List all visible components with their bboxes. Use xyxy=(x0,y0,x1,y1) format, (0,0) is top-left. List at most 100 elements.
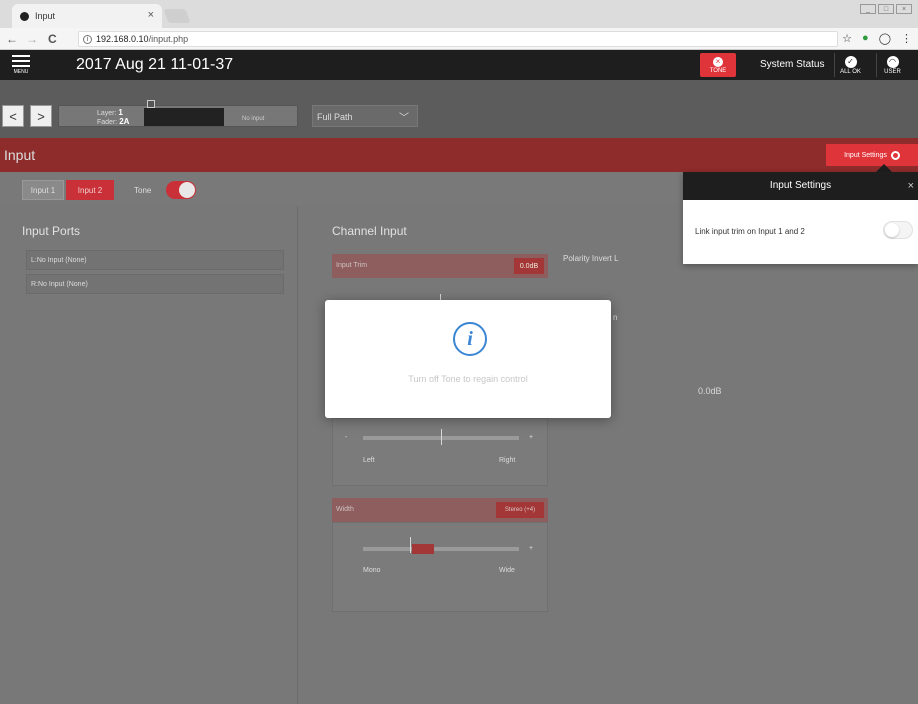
system-status-link[interactable]: System Status xyxy=(760,59,824,70)
app-header: MENU 2017 Aug 21 11-01-37 × TONE System … xyxy=(0,50,918,80)
window-minimize-button[interactable]: _ xyxy=(860,4,876,14)
user-label: USER xyxy=(884,68,901,75)
menu-label: MENU xyxy=(13,69,29,75)
input-settings-label: Input Settings xyxy=(844,151,887,159)
page-title: Input xyxy=(4,147,36,163)
info-icon: i xyxy=(453,322,487,356)
all-ok-label: ALL OK xyxy=(840,68,861,75)
input-trim-value[interactable]: 0.0dB xyxy=(514,258,544,274)
input-ports-heading: Input Ports xyxy=(22,224,81,238)
site-info-icon[interactable]: i xyxy=(83,34,92,44)
all-ok-button[interactable]: ✓ ALL OK xyxy=(834,53,866,77)
pan-right-label: Right xyxy=(499,457,516,464)
width-slider-marker xyxy=(409,537,411,553)
url-input[interactable]: i 192.168.0.10 /input.php xyxy=(78,31,838,47)
tone-toggle[interactable] xyxy=(166,181,196,199)
forward-button[interactable]: → xyxy=(26,32,38,46)
chevron-down-icon: ﹀ xyxy=(399,113,409,124)
browser-tab-title: Input xyxy=(35,11,56,21)
path-select-value: Full Path xyxy=(317,112,353,122)
pan-plus-button[interactable]: + xyxy=(529,434,533,441)
tone-close-icon: × xyxy=(713,56,723,67)
settings-panel-body: Link input trim on Input 1 and 2 xyxy=(683,200,918,264)
link-trim-toggle-knob xyxy=(885,223,899,237)
settings-panel-caret xyxy=(876,164,892,172)
channel-input-heading: Channel Input xyxy=(332,224,407,238)
link-trim-label: Link input trim on Input 1 and 2 xyxy=(695,227,805,236)
width-panel: + Mono Wide xyxy=(332,522,548,612)
input-ports-panel: Input Ports L:No Input (None) R:No Input… xyxy=(0,206,298,704)
new-tab-button[interactable] xyxy=(163,9,191,23)
input-trim-row[interactable]: Input Trim 0.0dB xyxy=(332,254,548,278)
pan-minus-button[interactable]: - xyxy=(345,434,347,441)
dialog-message: Turn off Tone to regain control xyxy=(408,374,528,384)
check-icon: ✓ xyxy=(844,55,857,68)
menu-button[interactable]: MENU xyxy=(0,50,42,80)
window-controls: _ □ × xyxy=(860,4,912,14)
input-settings-panel: Input Settings × Link input trim on Inpu… xyxy=(683,172,918,264)
right-value-text: 0.0dB xyxy=(698,386,722,396)
settings-panel-header: Input Settings × xyxy=(683,172,918,200)
layer-line: Layer: 1 xyxy=(97,108,123,117)
browser-menu-icon[interactable]: ⋮ xyxy=(901,32,912,45)
extension-check-icon[interactable]: ● xyxy=(862,32,869,45)
window-close-button[interactable]: × xyxy=(896,4,912,14)
reload-button[interactable]: C xyxy=(48,32,57,46)
header-datetime: 2017 Aug 21 11-01-37 xyxy=(76,56,234,73)
width-slider-track[interactable] xyxy=(363,547,519,551)
main-content: Input Ports L:No Input (None) R:No Input… xyxy=(0,206,918,704)
browser-tab[interactable]: Input × xyxy=(12,4,162,28)
width-slider-thumb[interactable] xyxy=(411,544,434,554)
url-host: 192.168.0.10 xyxy=(96,34,149,44)
tone-toggle-label: Tone xyxy=(134,186,152,195)
tone-button[interactable]: × TONE xyxy=(700,53,736,77)
width-row[interactable]: Width Stereo (+4) xyxy=(332,498,548,522)
back-button[interactable]: ← xyxy=(6,32,18,46)
input-settings-button[interactable]: Input Settings xyxy=(826,144,918,166)
fader-path-bar: < > Layer: 1 Fader: 2A No input Full Pat… xyxy=(0,80,918,138)
settings-panel-title: Input Settings xyxy=(769,180,832,191)
pan-left-label: Left xyxy=(363,457,375,464)
address-bar: ← → C i 192.168.0.10 /input.php ☆ ● ◯ ⋮ xyxy=(0,28,918,50)
width-wide-label: Wide xyxy=(499,567,515,574)
port-row-right[interactable]: R:No Input (None) xyxy=(26,274,284,294)
fader-info[interactable]: Layer: 1 Fader: 2A No input xyxy=(58,100,298,127)
page-title-bar: Input Input Settings xyxy=(0,138,918,172)
tone-button-label: TONE xyxy=(709,67,727,74)
width-value[interactable]: Stereo (+4) xyxy=(496,502,544,518)
hamburger-icon xyxy=(12,55,30,67)
tone-warning-dialog: i Turn off Tone to regain control xyxy=(325,300,611,418)
width-plus-button[interactable]: + xyxy=(529,545,533,552)
window-maximize-button[interactable]: □ xyxy=(878,4,894,14)
tone-toggle-knob xyxy=(179,182,195,198)
tab-input-1[interactable]: Input 1 xyxy=(22,180,64,200)
user-button[interactable]: ◠ USER xyxy=(876,53,908,77)
url-path: /input.php xyxy=(148,34,189,44)
previous-fader-button[interactable]: < xyxy=(2,105,24,127)
width-label: Width xyxy=(336,506,354,513)
port-row-left[interactable]: L:No Input (None) xyxy=(26,250,284,270)
tab-input-2[interactable]: Input 2 xyxy=(66,180,114,200)
pan-slider-thumb[interactable] xyxy=(441,429,442,445)
browser-tab-strip: Input × _ □ × xyxy=(0,0,918,28)
extension-icon[interactable]: ◯ xyxy=(879,32,891,45)
tab-close-icon[interactable]: × xyxy=(148,9,154,21)
fader-icon xyxy=(147,100,155,108)
user-icon: ◠ xyxy=(886,55,899,68)
partial-label: n xyxy=(613,313,618,322)
pan-panel: - + Left Right xyxy=(332,418,548,486)
address-bar-icons: ☆ ● ◯ ⋮ xyxy=(842,32,912,45)
link-trim-toggle[interactable] xyxy=(883,221,913,239)
no-input-label: No input xyxy=(242,116,265,122)
path-select[interactable]: Full Path ﹀ xyxy=(312,105,418,127)
fader-display xyxy=(144,108,224,126)
site-favicon-icon xyxy=(20,11,29,21)
settings-close-icon[interactable]: × xyxy=(908,172,914,200)
bookmark-star-icon[interactable]: ☆ xyxy=(842,32,852,45)
width-mono-label: Mono xyxy=(363,567,381,574)
fader-line: Fader: 2A xyxy=(97,117,130,126)
gear-icon xyxy=(890,150,900,160)
input-trim-label: Input Trim xyxy=(336,262,368,269)
next-fader-button[interactable]: > xyxy=(30,105,52,127)
polarity-invert-label: Polarity Invert L xyxy=(563,254,619,263)
